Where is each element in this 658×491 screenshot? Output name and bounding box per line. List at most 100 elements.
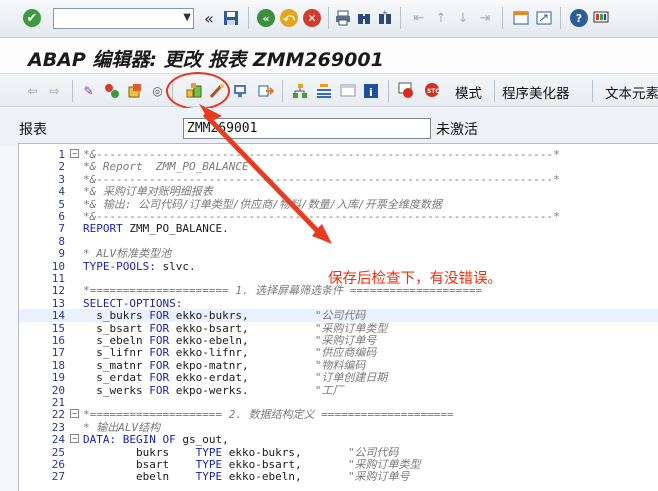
code-line[interactable]: 24− DATA: BEGIN OF gs_out, — [19, 433, 658, 446]
back-icon[interactable]: « — [257, 9, 275, 27]
line-number: 15 — [51, 321, 65, 335]
code-text: s_werks FOR ekpo-werks. "工厂 — [83, 383, 344, 397]
back-arrow-icon[interactable]: ⇦ — [24, 82, 41, 99]
status-label: 未激活 — [436, 122, 478, 138]
forward-arrow-icon[interactable]: ⇨ — [46, 82, 63, 99]
first-page-icon[interactable]: ⇤ — [410, 9, 428, 27]
cancel-icon[interactable]: ✕ — [303, 9, 321, 27]
active-inactive-icon[interactable] — [103, 82, 120, 99]
line-number: 1 — [58, 148, 65, 161]
pretty-printer-button[interactable]: 程序美化器 — [502, 82, 570, 102]
report-name-field[interactable]: ZMM269001 — [183, 118, 431, 139]
line-number: 16 — [51, 334, 65, 347]
code-text: DATA: BEGIN OF gs_out, — [83, 433, 229, 447]
code-line[interactable]: 21 — [19, 396, 658, 409]
next-page-icon[interactable]: ↓ — [454, 9, 472, 27]
svg-text:+: + — [382, 10, 388, 17]
line-number: 4 — [58, 185, 65, 199]
pattern-button[interactable]: 模式 — [455, 82, 482, 102]
code-text: s_erdat FOR ekko-erdat, "订单创建日期 — [83, 371, 388, 385]
application-toolbar: ⇦ ⇨ ✎ ◎ i STOP 模式 程序美化器 文本元素 — [0, 74, 658, 107]
code-line[interactable]: 22− *==================== 2. 数据结构定义 =====… — [19, 408, 658, 421]
code-line[interactable]: 13 SELECT-OPTIONS: — [19, 297, 658, 310]
text-elements-button[interactable]: 文本元素 — [605, 82, 658, 102]
customize-layout-icon[interactable] — [592, 9, 610, 27]
code-line[interactable]: 2 *& Report ZMM_PO_BALANCE — [19, 160, 658, 173]
svg-text:STOP: STOP — [427, 88, 441, 95]
code-line[interactable]: 16 s_ebeln FOR ekko-ebeln, "采购订单号 — [19, 334, 658, 347]
code-line[interactable]: 19 s_erdat FOR ekko-erdat, "订单创建日期 — [19, 371, 658, 384]
direct-processing-icon[interactable] — [257, 82, 274, 99]
previous-page-icon[interactable]: ↑ — [432, 9, 450, 27]
where-used-icon[interactable]: ◎ — [149, 82, 166, 99]
code-text: *&--------------------------------------… — [83, 210, 560, 223]
other-object-icon[interactable] — [126, 82, 143, 99]
code-line[interactable]: 27 ebeln TYPE ekko-ebeln, "采购订单号 — [19, 470, 658, 483]
fold-toggle-icon[interactable]: − — [70, 149, 79, 158]
fold-toggle-icon[interactable]: − — [70, 434, 79, 444]
object-list-icon[interactable] — [291, 82, 308, 99]
page-title: ABAP 编辑器: 更改 报表 ZMM269001 — [28, 49, 384, 71]
command-field[interactable]: ▼ — [53, 8, 194, 29]
line-number: 2 — [58, 160, 65, 174]
code-line[interactable]: 1− *&------------------------------------… — [19, 148, 658, 161]
report-field-row: 报表 ZMM269001 未激活 — [0, 108, 658, 146]
breakpoint-icon[interactable] — [398, 82, 415, 99]
line-number: 9 — [58, 247, 65, 261]
code-editor[interactable]: 1− *&------------------------------------… — [18, 143, 658, 491]
print-icon[interactable] — [334, 9, 352, 27]
code-line[interactable]: 25 bukrs TYPE ekko-bukrs, "公司代码 — [19, 446, 658, 459]
annotation-text: 保存后检查下，有没错误。 — [328, 271, 502, 287]
line-number: 12 — [51, 284, 65, 298]
code-line[interactable]: 20 s_werks FOR ekpo-werks. "工厂 — [19, 384, 658, 397]
code-line[interactable]: 26 bsart TYPE ekko-bsart, "采购订单类型 — [19, 458, 658, 471]
fold-toggle-icon[interactable]: − — [70, 409, 79, 419]
line-number: 18 — [51, 358, 65, 372]
double-left-icon[interactable]: « — [200, 9, 218, 28]
line-number: 11 — [51, 272, 65, 285]
line-number: 24 — [51, 433, 65, 447]
enter-checkmark-icon[interactable]: ✔ — [23, 9, 41, 27]
navigation-window-icon[interactable] — [315, 82, 332, 99]
system-toolbar: ✔ ▼ « « ⤺ ✕ + ⇤ ↑ ↓ ⇥ ? — [0, 0, 658, 38]
code-line[interactable]: 3 *&-------------------------------------… — [19, 173, 658, 186]
find-icon[interactable] — [355, 9, 373, 27]
code-line[interactable]: 15 s_bsart FOR ekko-bsart, "采购订单类型 — [19, 322, 658, 335]
code-line[interactable]: 7 REPORT ZMM_PO_BALANCE. — [19, 222, 658, 235]
find-next-icon[interactable]: + — [376, 9, 394, 27]
code-text: s_bukrs FOR ekko-bukrs, "公司代码 — [83, 309, 366, 323]
line-number: 21 — [51, 396, 65, 409]
line-number: 14 — [51, 309, 65, 323]
code-line[interactable]: 8 — [19, 235, 658, 248]
help-icon[interactable]: ? — [570, 9, 588, 27]
code-text: *==================== 2. 数据结构定义 ========… — [83, 408, 454, 422]
fullscreen-icon[interactable] — [339, 82, 356, 99]
code-line[interactable]: 4 *& 采购订单对账明细报表 — [19, 185, 658, 198]
shortcut-icon[interactable] — [535, 9, 553, 27]
code-text: s_ebeln FOR ekko-ebeln, "采购订单号 — [83, 334, 377, 347]
code-text: *&--------------------------------------… — [83, 172, 560, 186]
test-icon[interactable] — [232, 82, 249, 99]
code-text: TYPE-POOLS: slvc. — [83, 259, 196, 273]
highlight-circle — [166, 72, 230, 110]
code-line[interactable]: 9 * ALV标准类型池 — [19, 247, 658, 260]
display-change-icon[interactable]: ✎ — [80, 82, 97, 99]
exit-icon[interactable]: ⤺ — [280, 9, 298, 27]
code-line[interactable]: 5 *& 输出: 公司代码/订单类型/供应商/物料/数量/入库/开票全维度数据 — [19, 198, 658, 211]
code-line[interactable]: 17 s_lifnr FOR ekko-lifnr, "供应商编码 — [19, 346, 658, 359]
line-number: 6 — [58, 210, 65, 223]
code-line[interactable]: 18 s_matnr FOR ekpo-matnr, "物料编码 — [19, 359, 658, 372]
code-line[interactable]: 6 *&-------------------------------------… — [19, 210, 658, 223]
new-session-icon[interactable] — [512, 9, 530, 27]
last-page-icon[interactable]: ⇥ — [476, 9, 494, 27]
save-icon[interactable] — [222, 9, 240, 27]
code-line[interactable]: 23 * 输出ALV结构 — [19, 421, 658, 434]
line-number: 22 — [51, 408, 65, 422]
line-number: 20 — [51, 383, 65, 397]
line-number: 17 — [51, 346, 65, 360]
chevron-down-icon[interactable]: ▼ — [183, 12, 191, 23]
info-icon[interactable]: i — [362, 82, 379, 99]
screen-title-bar: ABAP 编辑器: 更改 报表 ZMM269001 — [0, 38, 658, 74]
code-line[interactable]: 14 s_bukrs FOR ekko-bukrs, "公司代码 — [19, 309, 658, 323]
stop-icon[interactable]: STOP — [424, 82, 441, 99]
